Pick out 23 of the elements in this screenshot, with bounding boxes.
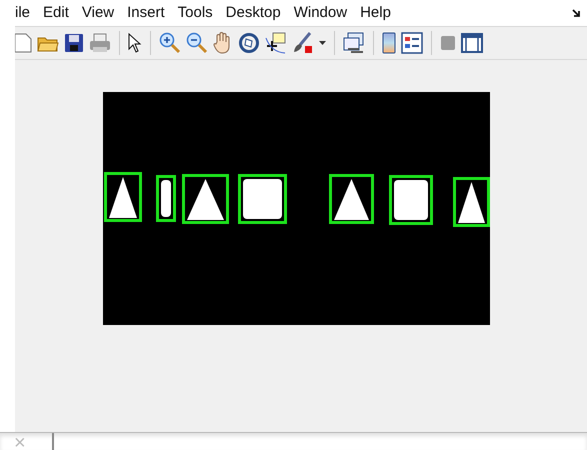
data-cursor-icon[interactable] xyxy=(265,32,287,54)
menu-item[interactable]: Help xyxy=(360,2,391,24)
colorbar-icon[interactable] xyxy=(382,32,396,54)
menu-item[interactable]: Window xyxy=(294,2,348,24)
zoom-in-icon[interactable] xyxy=(159,32,181,54)
menu-item[interactable]: Desktop xyxy=(226,2,281,24)
menu-item[interactable]: Edit xyxy=(43,2,69,24)
menu-item[interactable]: View xyxy=(82,2,114,24)
rotate-icon[interactable] xyxy=(238,32,260,54)
cursor-arrow-icon[interactable] xyxy=(128,33,142,53)
menu-item[interactable]: ile xyxy=(15,2,30,24)
legend-icon[interactable] xyxy=(401,32,423,54)
save-icon[interactable] xyxy=(64,33,84,53)
linked-windows-icon[interactable] xyxy=(343,32,365,54)
show-tools-icon[interactable] xyxy=(461,33,483,53)
new-file-icon[interactable] xyxy=(15,33,32,53)
dock-arrow-icon[interactable] xyxy=(572,9,581,18)
brush-icon[interactable] xyxy=(292,32,314,54)
caret-icon[interactable] xyxy=(319,40,326,46)
printer-icon[interactable] xyxy=(89,33,111,53)
menu-item[interactable]: Insert xyxy=(127,2,165,24)
menu-item[interactable]: Tools xyxy=(178,2,213,24)
zoom-out-icon[interactable] xyxy=(186,32,208,54)
